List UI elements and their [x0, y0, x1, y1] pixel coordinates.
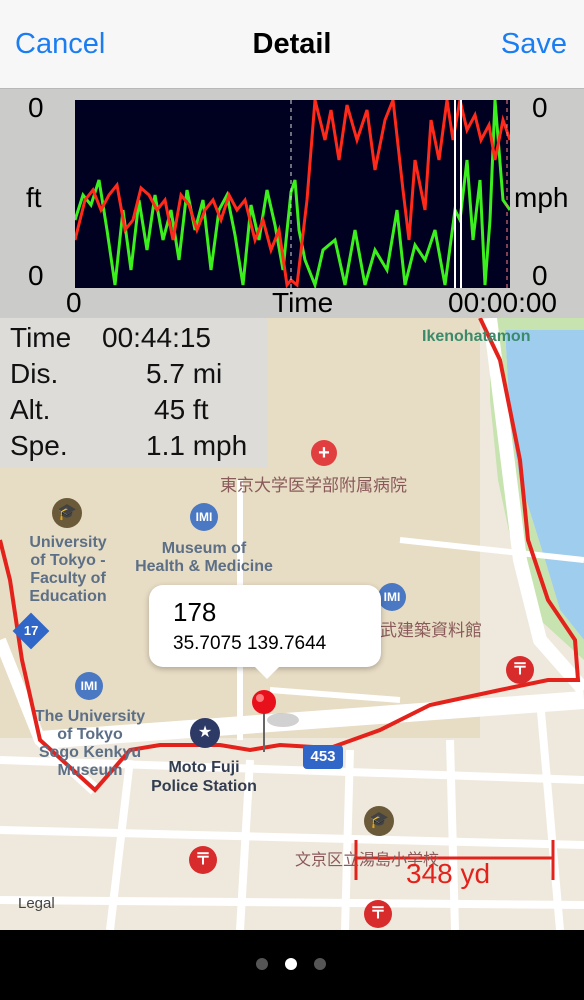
time-label: Time [10, 322, 72, 353]
post-office-icon: 〒 [364, 900, 392, 928]
pin-callout[interactable]: 178 35.7075 139.7644 [149, 585, 381, 667]
museum-icon: IMI [75, 672, 103, 700]
right-axis-top: 0 [532, 92, 548, 123]
left-axis-top: 0 [28, 92, 44, 123]
callout-title: 178 [173, 597, 217, 627]
school-icon: 🎓 [364, 806, 394, 836]
place-label-police: Moto Fuji Police Station [151, 759, 257, 795]
speed-label: Spe. [10, 430, 68, 461]
time-value: 00:44:15 [102, 322, 211, 353]
x-axis-start: 0 [66, 287, 82, 318]
track-stats-panel: Time 00:44:15 Dis. 5.7 mi Alt. 45 ft Spe… [0, 318, 268, 468]
x-axis-end: 00:00:00 [448, 287, 557, 318]
page-dot-3[interactable] [314, 958, 326, 970]
route-shield-icon: 453 [303, 745, 343, 769]
speed-series [73, 99, 512, 289]
altitude-value: 45 ft [154, 394, 209, 425]
page-title: Detail [252, 28, 332, 60]
school-icon: 🎓 [52, 498, 82, 528]
museum-icon: IMI [190, 503, 218, 531]
page-dot-2[interactable] [285, 958, 297, 970]
place-label-archives: 武建築資料館 [380, 621, 482, 640]
page-dot-1[interactable] [256, 958, 268, 970]
museum-icon: IMI [378, 583, 406, 611]
left-axis-unit: ft [26, 182, 42, 213]
callout-coordinates: 35.7075 139.7644 [173, 633, 327, 654]
elevation-speed-chart-panel: 0 ft 0 0 mph 0 0 Time 00:00:00 [0, 88, 584, 318]
place-label-hospital: 東京大学医学部附属病院 [220, 476, 407, 495]
post-office-icon: 〒 [189, 846, 217, 874]
place-label-ikenohatamon: Ikenohatamon [422, 328, 531, 345]
scale-label: 348 yd [406, 858, 491, 889]
right-axis-unit: mph [514, 182, 569, 213]
distance-label: Dis. [10, 358, 59, 389]
left-axis-bottom: 0 [28, 260, 44, 291]
save-button[interactable]: Save [501, 28, 567, 61]
hospital-icon: + [311, 440, 337, 466]
legal-link[interactable]: Legal [18, 895, 55, 912]
speed-value: 1.1 mph [146, 430, 248, 461]
place-label-university-education: University of Tokyo - Faculty of Educati… [29, 534, 107, 605]
place-label-museum: Museum of Health & Medicine [135, 540, 273, 575]
navigation-bar: Cancel Detail Save [0, 0, 584, 89]
altitude-label: Alt. [10, 394, 51, 425]
police-icon: ★ [190, 718, 220, 748]
callout-tail [253, 665, 281, 679]
x-axis-label: Time [272, 287, 334, 318]
chart-plot-area[interactable] [73, 99, 512, 291]
distance-value: 5.7 mi [146, 358, 223, 389]
chart-lines [73, 99, 512, 291]
post-office-icon: 〒 [506, 656, 534, 684]
